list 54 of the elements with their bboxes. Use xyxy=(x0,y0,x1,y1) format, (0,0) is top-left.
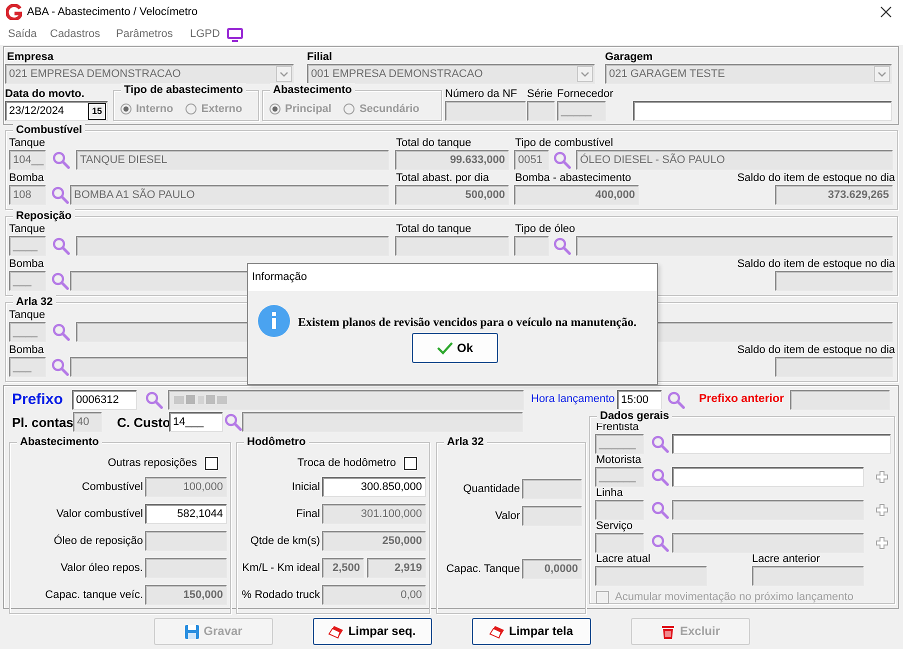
field-label: Bomba xyxy=(9,344,45,357)
field-label: Hora lançamento xyxy=(531,393,615,406)
field-label: Prefixo anterior xyxy=(699,393,785,406)
field-label: Valor xyxy=(495,510,520,522)
field-label: Valor combustível xyxy=(56,508,143,520)
field-label: Final xyxy=(296,508,320,520)
field-label: Total do tanque xyxy=(396,223,472,236)
field-label: C. Custo xyxy=(117,416,167,428)
field-label: Motorista xyxy=(596,454,642,467)
field-label: Bomba - abastecimento xyxy=(515,172,632,185)
field-label: Km/L - Km ideal xyxy=(242,562,320,574)
field-label: Tanque xyxy=(9,223,46,236)
field-label: Garagem xyxy=(605,50,654,64)
field-label: Data do movto. xyxy=(5,88,86,101)
field-label: Qtde de km(s) xyxy=(250,534,320,548)
field-label: Serviço xyxy=(596,520,634,533)
field-label: Empresa xyxy=(7,50,54,64)
group-title: Tipo de abastecimento xyxy=(121,83,246,97)
field-label: Capac. tanque veíc. xyxy=(45,588,143,602)
field-label: Total do tanque xyxy=(396,137,472,150)
field-label: Bomba xyxy=(9,258,45,271)
field-label: Capac. Tanque xyxy=(446,562,520,576)
field-label: Número da NF xyxy=(445,88,518,101)
field-label: Lacre anterior xyxy=(752,553,821,566)
window-title: ABA - Abastecimento / Velocímetro xyxy=(27,6,199,18)
field-label: Valor óleo repos. xyxy=(60,562,143,574)
checkbox-label: Outras reposições xyxy=(108,456,197,470)
field-label: Total abast. por dia xyxy=(396,172,490,185)
dialog-title: Informação xyxy=(252,271,308,284)
field-label: Combustível xyxy=(82,480,143,494)
field-label: Tipo de combustível xyxy=(515,137,614,150)
group-title: Reposição xyxy=(13,209,75,223)
field-label: Saldo do item de estoque no dia xyxy=(736,258,895,271)
field-label: Tanque xyxy=(9,137,46,150)
field-label: Tipo de óleo xyxy=(515,223,576,236)
field-label: Quantidade xyxy=(463,482,520,496)
field-label: % Rodado truck xyxy=(242,588,320,602)
field-label: Série xyxy=(527,88,554,101)
dialog-message: Existem planos de revisão vencidos para o veículo na manutenção. xyxy=(298,316,636,329)
field-label: Saldo do item de estoque no dia xyxy=(736,344,895,357)
field-label: Prefixo xyxy=(12,393,64,406)
checkbox-label: Acumular movimentação no próximo lançamento xyxy=(615,591,854,604)
field-label: Fornecedor xyxy=(557,88,614,101)
field-label: Óleo de reposição xyxy=(54,534,143,548)
field-label: Tanque xyxy=(9,309,46,322)
group-title: Dados gerais xyxy=(597,409,672,423)
field-label: Linha xyxy=(596,487,624,500)
checkbox-label: Troca de hodômetro xyxy=(297,456,396,470)
field-label: Saldo do item de estoque no dia xyxy=(736,172,895,185)
field-label: Inicial xyxy=(292,480,320,494)
field-label: Lacre atual xyxy=(596,553,652,566)
field-label: Bomba xyxy=(9,172,45,185)
field-label: Frentista xyxy=(596,421,639,434)
field-label: Filial xyxy=(307,50,334,64)
